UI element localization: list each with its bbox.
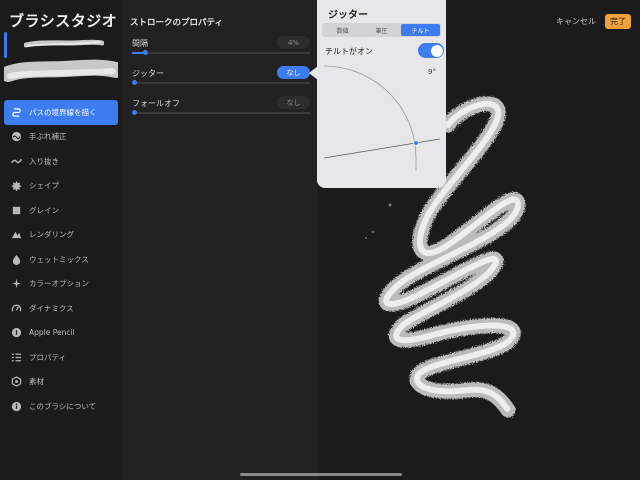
spacing-slider[interactable] <box>132 50 310 55</box>
spacing-label: 間隔 <box>132 39 148 48</box>
rendering-icon <box>10 229 22 241</box>
shape-icon <box>10 180 22 192</box>
segment-pressure[interactable]: 筆圧 <box>362 24 401 36</box>
sidebar-item-dynamics[interactable]: ダイナミクス <box>4 296 118 321</box>
tilt-angle-graph[interactable] <box>324 65 440 171</box>
info-icon <box>10 400 22 412</box>
wet-mix-icon <box>10 253 22 265</box>
sidebar-item-label: 入り抜き <box>29 156 59 166</box>
dynamics-icon <box>10 302 22 314</box>
segment-value[interactable]: 数値 <box>323 24 362 36</box>
properties-icon <box>10 351 22 363</box>
sidebar: ブラシスタジオ パスの境界線を描く 手ぶれ補正 入り抜き シェイプ グレイン レ… <box>0 0 122 480</box>
done-button[interactable]: 完了 <box>605 14 631 29</box>
materials-icon <box>10 376 22 388</box>
home-indicator <box>240 473 402 476</box>
spacing-slider-knob[interactable] <box>143 50 148 55</box>
jitter-popover: ジッター 数値 筆圧 チルト チルトがオン 9° <box>317 0 446 188</box>
falloff-label: フォールオフ <box>132 99 180 108</box>
sidebar-item-label: レンダリング <box>29 230 74 240</box>
spacing-value[interactable]: 4% <box>277 36 310 49</box>
jitter-slider-knob[interactable] <box>132 80 137 85</box>
jitter-slider[interactable] <box>132 80 310 85</box>
sidebar-item-label: ウェットミックス <box>29 254 89 264</box>
brush-studio-screen: ブラシスタジオ パスの境界線を描く 手ぶれ補正 入り抜き シェイプ グレイン レ… <box>0 0 640 480</box>
app-title: ブラシスタジオ <box>9 12 118 30</box>
sidebar-item-stroke-path[interactable]: パスの境界線を描く <box>4 100 118 125</box>
path-icon <box>10 106 22 118</box>
sidebar-item-label: グレイン <box>29 205 59 215</box>
stroke-properties-panel: ストロークのプロパティ 間隔 4% ジッター なし フォールオフ なし <box>122 0 318 480</box>
sidebar-item-rendering[interactable]: レンダリング <box>4 223 118 248</box>
cancel-button[interactable]: キャンセル <box>556 16 596 27</box>
apple-pencil-icon <box>10 327 22 339</box>
jitter-source-segmented-control: 数値 筆圧 チルト <box>322 23 441 37</box>
sidebar-item-label: このブラシについて <box>29 401 97 411</box>
tilt-toggle-knob <box>430 44 443 57</box>
sidebar-item-label: ダイナミクス <box>29 303 74 313</box>
stabilization-icon <box>10 131 22 143</box>
sidebar-item-properties[interactable]: プロパティ <box>4 345 118 370</box>
sidebar-item-label: カラーオプション <box>29 279 89 289</box>
falloff-slider[interactable] <box>132 110 310 115</box>
sidebar-item-apple-pencil[interactable]: Apple Pencil <box>4 321 118 346</box>
sidebar-item-label: 素材 <box>29 377 44 387</box>
sidebar-item-label: プロパティ <box>29 352 67 362</box>
segment-tilt[interactable]: チルト <box>401 24 440 36</box>
tilt-on-label: チルトがオン <box>325 47 373 56</box>
sidebar-item-label: シェイプ <box>29 181 59 191</box>
brush-preview-thick-stroke[interactable] <box>4 58 118 88</box>
color-options-icon <box>10 278 22 290</box>
tilt-toggle[interactable] <box>418 43 444 58</box>
preview-selected-indicator <box>4 32 7 58</box>
sidebar-item-taper[interactable]: 入り抜き <box>4 149 118 174</box>
popover-title: ジッター <box>328 10 368 21</box>
taper-icon <box>10 155 22 167</box>
sidebar-item-shape[interactable]: シェイプ <box>4 174 118 199</box>
falloff-slider-knob[interactable] <box>132 110 137 115</box>
sidebar-item-label: Apple Pencil <box>29 328 75 338</box>
sidebar-item-label: パスの境界線を描く <box>29 107 97 117</box>
tilt-angle-handle[interactable] <box>413 140 419 146</box>
sidebar-item-grain[interactable]: グレイン <box>4 198 118 223</box>
panel-title: ストロークのプロパティ <box>130 18 223 28</box>
spacing-slider-fill <box>132 52 143 54</box>
jitter-value[interactable]: なし <box>277 66 310 79</box>
spacing-row: 間隔 4% <box>132 36 310 68</box>
sidebar-item-label: 手ぶれ補正 <box>29 132 67 142</box>
falloff-row: フォールオフ なし <box>132 96 310 128</box>
grain-icon <box>10 204 22 216</box>
sidebar-item-about-brush[interactable]: このブラシについて <box>4 394 118 419</box>
jitter-label: ジッター <box>132 69 164 78</box>
sidebar-menu: パスの境界線を描く 手ぶれ補正 入り抜き シェイプ グレイン レンダリング ウェ… <box>4 100 118 419</box>
jitter-row: ジッター なし <box>132 66 310 98</box>
sidebar-item-color-options[interactable]: カラーオプション <box>4 272 118 297</box>
brush-preview-thin-stroke[interactable] <box>24 38 104 50</box>
sidebar-item-wet-mix[interactable]: ウェットミックス <box>4 247 118 272</box>
falloff-value[interactable]: なし <box>277 96 310 109</box>
sidebar-item-materials[interactable]: 素材 <box>4 370 118 395</box>
tilt-degree-value: 9° <box>428 68 436 76</box>
sidebar-item-stabilization[interactable]: 手ぶれ補正 <box>4 125 118 150</box>
